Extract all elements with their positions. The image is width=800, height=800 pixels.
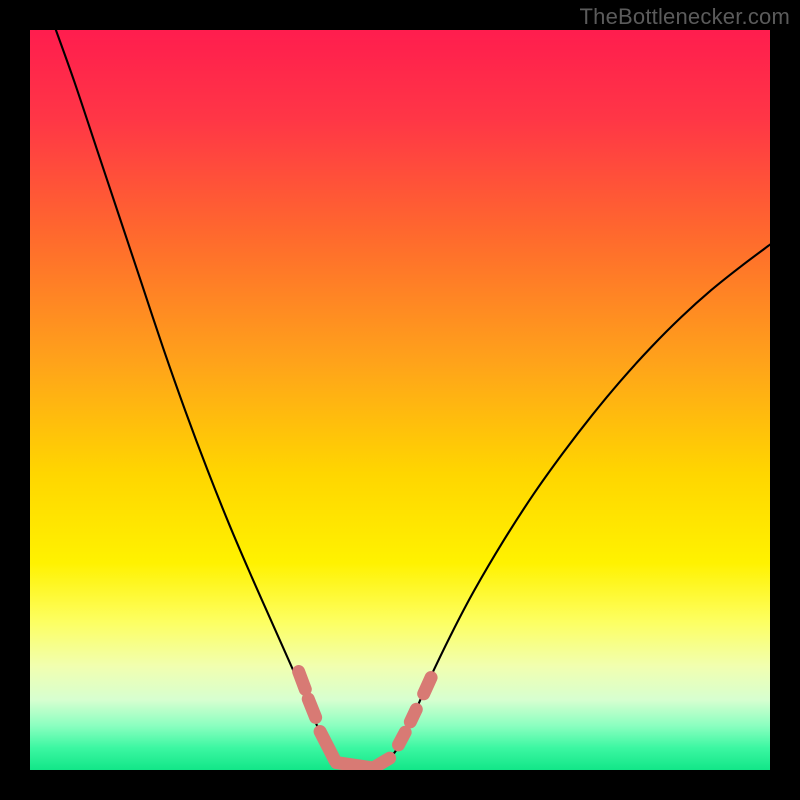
chart-marker-segment: [410, 709, 416, 722]
chart-marker-segment: [375, 758, 390, 767]
chart-marker-segment: [308, 699, 315, 718]
chart-marker-segment: [336, 763, 372, 768]
chart-background: [30, 30, 770, 770]
chart-svg: [30, 30, 770, 770]
chart-frame: TheBottlenecker.com: [0, 0, 800, 800]
chart-marker-segment: [299, 672, 306, 690]
chart-plot-area: [30, 30, 770, 770]
chart-marker-segment: [399, 732, 406, 745]
chart-marker-segment: [424, 678, 431, 694]
watermark-text: TheBottlenecker.com: [580, 4, 790, 30]
